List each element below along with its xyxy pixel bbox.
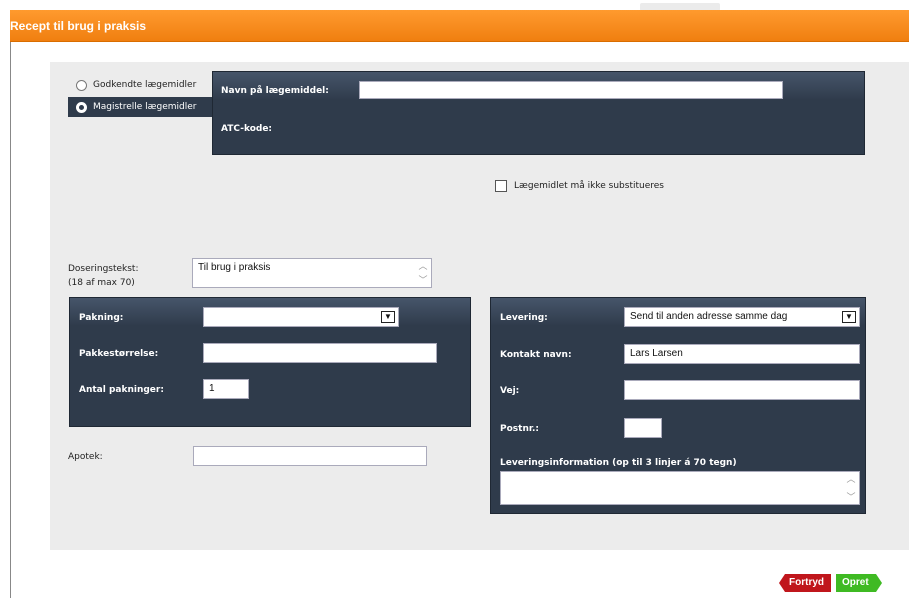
pharmacy-input[interactable] xyxy=(193,446,427,466)
dosage-text: Til brug i praksis xyxy=(198,262,271,273)
radio-button-on[interactable] xyxy=(76,101,87,113)
contact-name-input[interactable]: Lars Larsen xyxy=(624,344,860,364)
dialog-left-border xyxy=(10,42,11,598)
atc-code-label: ATC-kode: xyxy=(221,124,273,134)
packaging-label: Pakning: xyxy=(79,313,124,323)
drug-name-label: Navn på lægemiddel: xyxy=(221,86,329,96)
dialog-title: Recept til brug i praksis xyxy=(10,19,147,33)
contact-name-label: Kontakt navn: xyxy=(500,350,572,360)
cancel-button[interactable]: Fortryd xyxy=(779,574,831,592)
no-substitution-label: Lægemidlet må ikke substitueres xyxy=(514,181,664,191)
scroll-up-icon[interactable]: ︿ xyxy=(418,261,427,271)
radio-button-off[interactable] xyxy=(76,79,87,91)
radio-label: Magistrelle lægemidler xyxy=(93,102,197,112)
package-count-label: Antal pakninger: xyxy=(79,385,164,395)
road-input[interactable] xyxy=(624,380,860,400)
delivery-info-label: Leveringsinformation (op til 3 linjer á … xyxy=(500,458,737,468)
no-substitution-checkbox[interactable] xyxy=(495,180,507,192)
dosage-label: Doseringstekst: xyxy=(68,264,139,274)
drug-name-input[interactable] xyxy=(359,81,783,99)
zip-label: Postnr.: xyxy=(500,424,540,434)
package-count-input[interactable]: 1 xyxy=(203,379,249,399)
package-size-input[interactable] xyxy=(203,343,437,363)
textarea-scrollbar[interactable]: ︿ ﹀ xyxy=(845,474,857,502)
chevron-down-icon[interactable]: ▼ xyxy=(842,311,856,323)
create-button[interactable]: Opret xyxy=(836,574,882,592)
dosage-textarea[interactable]: Til brug i praksis ︿ ﹀ xyxy=(192,258,432,288)
delivery-label: Levering: xyxy=(500,313,548,323)
scroll-down-icon[interactable]: ﹀ xyxy=(418,275,427,285)
radio-magistral-drugs[interactable]: Magistrelle lægemidler xyxy=(68,97,213,117)
packaging-select[interactable]: ▼ xyxy=(203,307,399,327)
drug-panel: Navn på lægemiddel: ATC-kode: xyxy=(212,71,865,155)
delivery-panel: Levering: Send til anden adresse samme d… xyxy=(490,297,866,514)
scroll-up-icon[interactable]: ︿ xyxy=(846,474,855,484)
package-panel: Pakning: ▼ Pakkestørrelse: Antal pakning… xyxy=(69,297,471,427)
delivery-select[interactable]: Send til anden adresse samme dag ▼ xyxy=(624,307,860,327)
road-label: Vej: xyxy=(500,386,520,396)
dosage-count: (18 af max 70) xyxy=(68,278,135,288)
delivery-info-textarea[interactable]: ︿ ﹀ xyxy=(500,471,860,505)
radio-label: Godkendte lægemidler xyxy=(93,80,197,90)
scroll-down-icon[interactable]: ﹀ xyxy=(846,492,855,502)
dialog-titlebar: Recept til brug i praksis xyxy=(10,10,909,42)
textarea-scrollbar[interactable]: ︿ ﹀ xyxy=(417,261,429,285)
chevron-down-icon[interactable]: ▼ xyxy=(381,311,395,323)
radio-approved-drugs[interactable]: Godkendte lægemidler xyxy=(68,75,213,95)
pharmacy-label: Apotek: xyxy=(68,452,103,462)
zip-input[interactable] xyxy=(624,418,662,438)
package-size-label: Pakkestørrelse: xyxy=(79,349,159,359)
